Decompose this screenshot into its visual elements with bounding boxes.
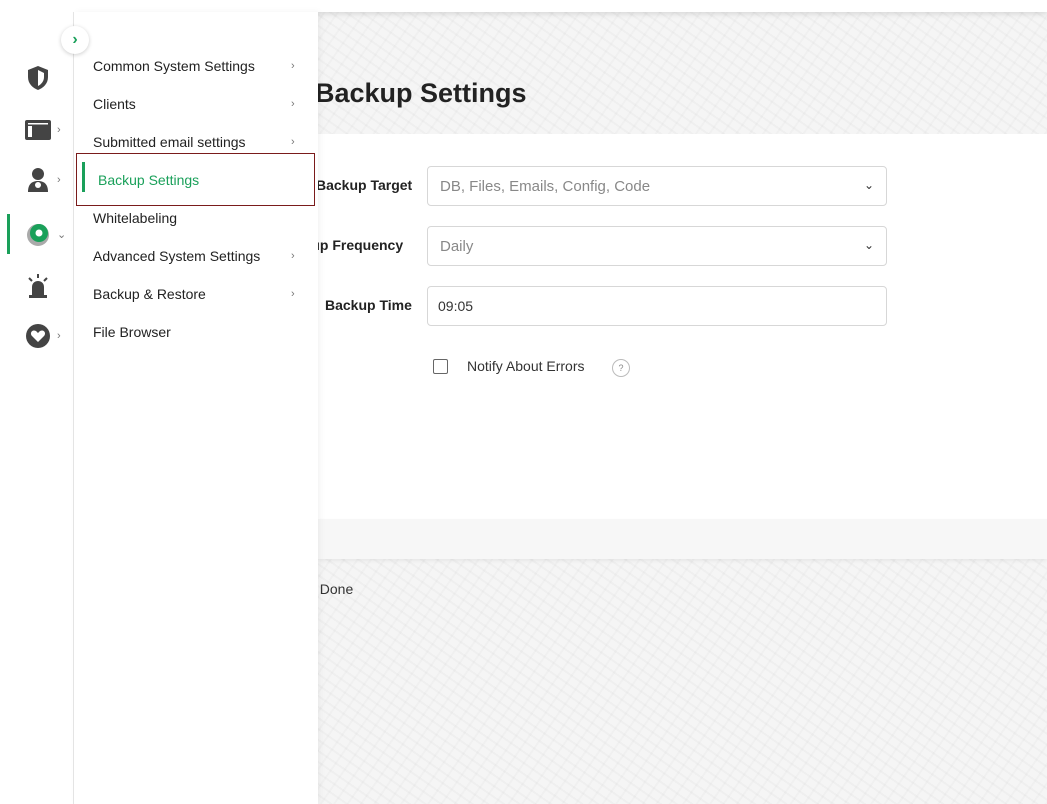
submenu-item-advanced-system-settings[interactable]: Advanced System Settings ›: [74, 237, 318, 275]
chevron-down-icon: ⌄: [863, 178, 874, 192]
chevron-right-icon: ›: [291, 136, 295, 148]
chevron-right-icon: ›: [291, 60, 295, 72]
user-icon: [24, 166, 52, 194]
chevron-down-icon: ⌄: [57, 228, 67, 241]
done-text: : Done: [312, 581, 354, 597]
backup-time-value: 09:05: [438, 298, 474, 314]
chevron-right-icon: ›: [291, 288, 295, 300]
chevron-right-icon: ›: [291, 98, 295, 110]
submenu-item-backup-restore[interactable]: Backup & Restore ›: [74, 275, 318, 313]
settings-submenu: Common System Settings › Clients › Submi…: [74, 12, 318, 804]
submenu-item-label: Advanced System Settings: [93, 248, 261, 264]
submenu-item-label: Clients: [93, 96, 136, 112]
top-bar: [0, 0, 1047, 12]
rail-item-security[interactable]: [0, 58, 74, 98]
submenu-item-file-browser[interactable]: File Browser: [74, 313, 318, 351]
submenu-item-label: Submitted email settings: [93, 134, 246, 150]
submenu-item-clients[interactable]: Clients ›: [74, 85, 318, 123]
chevron-right-icon: ›: [57, 330, 61, 342]
notify-errors-label[interactable]: Notify About Errors: [467, 358, 585, 374]
backup-time-label: Backup Time: [325, 297, 412, 313]
submenu-item-label: Common System Settings: [93, 58, 255, 74]
rail-item-dashboard[interactable]: ›: [0, 110, 74, 150]
help-icon[interactable]: ?: [612, 359, 630, 377]
backup-frequency-select[interactable]: Daily ⌄: [427, 226, 887, 266]
chevron-down-icon: ⌄: [863, 238, 874, 252]
submenu-item-label: Backup Settings: [98, 171, 200, 188]
gear-icon: [24, 220, 52, 248]
chevron-right-icon: ›: [291, 250, 295, 262]
submenu-item-whitelabeling[interactable]: Whitelabeling: [74, 199, 318, 237]
submenu-item-label: File Browser: [93, 324, 171, 340]
heart-chat-icon: [24, 322, 52, 350]
backup-frequency-value: Daily: [440, 237, 474, 255]
backup-target-label: Backup Target: [316, 177, 413, 193]
backup-target-select[interactable]: DB, Files, Emails, Config, Code ⌄: [427, 166, 887, 206]
backup-time-input[interactable]: 09:05: [427, 286, 887, 326]
icon-rail: › › ⌄ ›: [0, 12, 74, 804]
backup-frequency-label: ıp Frequency: [316, 237, 404, 253]
sidebar-toggle-button[interactable]: ›: [61, 26, 89, 54]
submenu-item-label: Backup & Restore: [93, 286, 206, 302]
submenu-item-common-system-settings[interactable]: Common System Settings ›: [74, 47, 318, 85]
rail-item-users[interactable]: ›: [0, 160, 74, 200]
chevron-right-icon: ›: [72, 31, 78, 48]
shield-icon: [24, 64, 52, 92]
chevron-right-icon: ›: [57, 124, 61, 136]
card-footer: [318, 519, 1047, 559]
submenu-item-label: Whitelabeling: [93, 210, 178, 226]
chevron-right-icon: ›: [57, 174, 61, 186]
page-title: Backup Settings: [315, 78, 527, 108]
alarm-icon: [24, 272, 52, 300]
rail-item-settings[interactable]: ⌄: [0, 214, 74, 254]
rail-item-alarms[interactable]: [0, 266, 74, 306]
dashboard-icon: [24, 116, 52, 144]
rail-item-support[interactable]: ›: [0, 316, 74, 356]
backup-target-value: DB, Files, Emails, Config, Code: [440, 177, 651, 195]
notify-errors-checkbox[interactable]: [433, 359, 448, 374]
